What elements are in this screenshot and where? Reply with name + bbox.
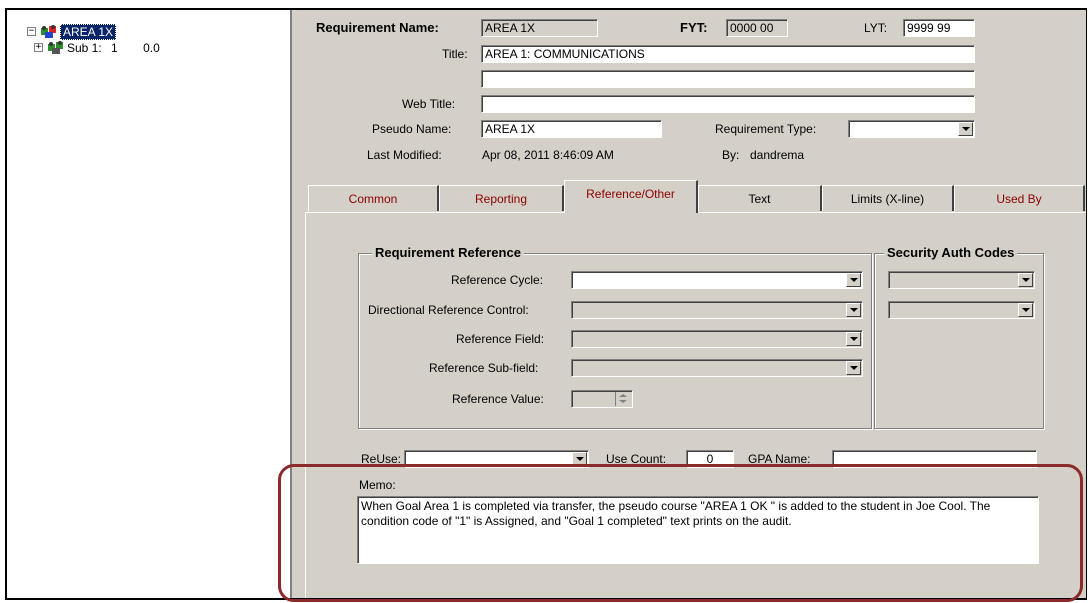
directional-reference-label: Directional Reference Control:: [368, 303, 529, 317]
web-title-field[interactable]: [481, 95, 975, 113]
tab-common[interactable]: Common: [308, 185, 439, 211]
tab-used-by[interactable]: Used By: [954, 185, 1085, 211]
fyt-field[interactable]: 0000 00: [726, 19, 788, 37]
requirement-reference-title: Requirement Reference: [372, 245, 524, 261]
reuse-select[interactable]: [404, 450, 589, 468]
spinner-arrows-icon[interactable]: [615, 392, 631, 406]
title-label: Title:: [442, 47, 468, 61]
modified-by-label: By:: [722, 148, 740, 162]
title-field[interactable]: AREA 1: COMMUNICATIONS: [481, 45, 975, 63]
gpa-name-field[interactable]: [832, 450, 1037, 468]
chevron-down-icon[interactable]: [572, 452, 587, 466]
tree-item-sub-1[interactable]: Sub 1: 1 0.0: [67, 40, 160, 56]
fyt-label: FYT:: [680, 20, 708, 35]
tree-item-label: AREA 1X: [60, 24, 117, 40]
use-count-label: Use Count:: [606, 452, 667, 466]
security-code-2-select[interactable]: [888, 301, 1035, 319]
memo-textarea[interactable]: When Goal Area 1 is completed via transf…: [357, 496, 1039, 564]
reference-cycle-select[interactable]: [571, 271, 863, 289]
reference-value-spinner[interactable]: [571, 390, 633, 408]
security-code-1-select[interactable]: [888, 271, 1035, 289]
gpa-name-label: GPA Name:: [748, 452, 811, 466]
reference-value-label: Reference Value:: [452, 392, 544, 406]
lyt-label: LYT:: [864, 21, 888, 35]
tab-limits[interactable]: Limits (X-line): [822, 185, 954, 211]
chevron-down-icon[interactable]: [1018, 303, 1033, 317]
tab-reference-other[interactable]: Reference/Other: [564, 180, 698, 213]
reference-cycle-label: Reference Cycle:: [451, 273, 544, 287]
tree-item-label: Sub 1:: [67, 41, 102, 55]
group-people-icon: [41, 25, 56, 38]
pseudo-name-label: Pseudo Name:: [372, 122, 452, 136]
requirement-type-select[interactable]: [848, 120, 975, 138]
security-auth-title: Security Auth Codes: [884, 245, 1018, 261]
tree-item-area-1x[interactable]: AREA 1X: [60, 24, 117, 40]
tab-label: Common: [348, 192, 398, 206]
requirement-type-label: Requirement Type:: [715, 122, 817, 136]
requirement-name-label: Requirement Name:: [316, 20, 439, 35]
tab-text[interactable]: Text: [698, 185, 822, 211]
chevron-down-icon[interactable]: [846, 303, 861, 317]
tab-label: Reference/Other: [586, 187, 675, 201]
chevron-down-icon[interactable]: [846, 332, 861, 346]
modified-by-value: dandrema: [750, 148, 805, 162]
chevron-down-icon[interactable]: [958, 122, 973, 136]
reuse-label: ReUse:: [361, 452, 402, 466]
requirement-tree[interactable]: − AREA 1X + Sub 1: 1 0.0: [7, 10, 292, 598]
pseudo-name-field[interactable]: AREA 1X: [481, 120, 662, 138]
chevron-down-icon[interactable]: [846, 273, 861, 287]
tab-label: Used By: [996, 192, 1042, 206]
lyt-field[interactable]: 9999 99: [903, 19, 975, 37]
title-line2-field[interactable]: [481, 70, 975, 88]
reference-field-select[interactable]: [571, 330, 863, 348]
reference-subfield-label: Reference Sub-field:: [429, 361, 539, 375]
collapse-icon[interactable]: −: [27, 27, 36, 36]
memo-label: Memo:: [359, 478, 396, 492]
use-count-field[interactable]: 0: [686, 450, 734, 468]
chevron-down-icon[interactable]: [846, 361, 861, 375]
tab-label: Text: [748, 192, 771, 206]
reference-subfield-select[interactable]: [571, 359, 863, 377]
chevron-down-icon[interactable]: [1018, 273, 1033, 287]
requirement-name-field[interactable]: AREA 1X: [481, 19, 598, 37]
expand-icon[interactable]: +: [34, 43, 43, 52]
directional-reference-select[interactable]: [571, 301, 863, 319]
tab-label: Reporting: [474, 192, 528, 206]
tab-label: Limits (X-line): [850, 192, 925, 206]
reference-field-label: Reference Field:: [456, 332, 545, 346]
last-modified-value: Apr 08, 2011 8:46:09 AM: [482, 148, 614, 162]
tree-item-number: 1: [111, 41, 118, 55]
group-people-icon: [48, 41, 63, 54]
web-title-label: Web Title:: [402, 97, 456, 111]
last-modified-label: Last Modified:: [367, 148, 442, 162]
tab-reporting[interactable]: Reporting: [439, 185, 564, 211]
tree-item-value: 0.0: [143, 41, 160, 55]
